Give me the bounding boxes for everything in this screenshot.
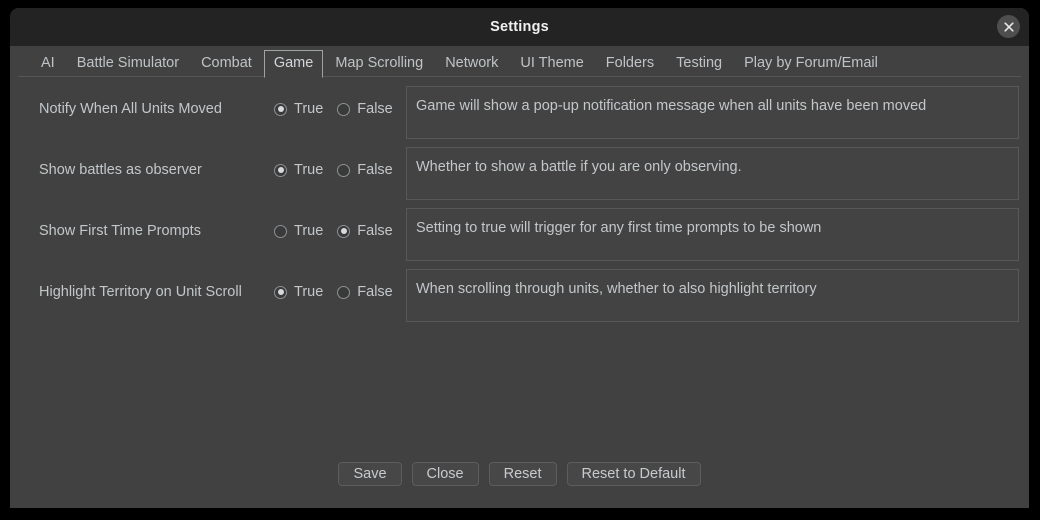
- radio-button-icon[interactable]: [337, 102, 351, 116]
- reset-button[interactable]: Reset: [488, 462, 557, 486]
- window-title: Settings: [490, 19, 549, 35]
- radio-option-false[interactable]: False: [337, 221, 393, 241]
- setting-label: Show battles as observer: [39, 162, 202, 178]
- tab-network[interactable]: Network: [435, 50, 508, 77]
- setting-row: Notify When All Units Moved True False Game…: [10, 86, 1029, 147]
- setting-description: Whether to show a battle if you are only…: [406, 147, 1019, 200]
- save-button[interactable]: Save: [338, 462, 402, 486]
- setting-radio-group: True False: [274, 221, 407, 241]
- radio-option-false[interactable]: False: [337, 99, 393, 119]
- radio-button-icon[interactable]: [337, 285, 351, 299]
- setting-row: Show battles as observer True False Whether…: [10, 147, 1029, 208]
- setting-label: Highlight Territory on Unit Scroll: [39, 284, 242, 300]
- settings-rows: Notify When All Units Moved True False Game…: [10, 77, 1029, 330]
- radio-button-icon[interactable]: [337, 163, 351, 177]
- radio-option-label: True: [294, 284, 324, 300]
- setting-radio-group: True False: [274, 282, 407, 302]
- radio-option-label: True: [294, 162, 324, 178]
- radio-option-false[interactable]: False: [337, 282, 393, 302]
- radio-option-label: False: [357, 284, 393, 300]
- radio-option-true[interactable]: True: [274, 282, 323, 302]
- radio-option-label: False: [357, 101, 393, 117]
- close-icon[interactable]: [997, 15, 1020, 38]
- radio-button-icon[interactable]: [274, 224, 287, 238]
- radio-option-true[interactable]: True: [274, 99, 323, 119]
- setting-description: When scrolling through units, whether to…: [406, 269, 1019, 322]
- radio-option-false[interactable]: False: [337, 160, 393, 180]
- setting-radio-group: True False: [274, 99, 407, 119]
- setting-label: Notify When All Units Moved: [39, 101, 222, 117]
- setting-row: Show First Time Prompts True False Setting …: [10, 208, 1029, 269]
- window-titlebar: Settings: [10, 8, 1029, 46]
- radio-option-true[interactable]: True: [274, 160, 323, 180]
- setting-row: Highlight Territory on Unit Scroll True Fa…: [10, 269, 1029, 330]
- setting-description: Setting to true will trigger for any fir…: [406, 208, 1019, 261]
- setting-radio-group: True False: [274, 160, 407, 180]
- settings-window: Settings AI Battle Simulator Combat Game Map…: [10, 8, 1029, 508]
- setting-description: Game will show a pop-up notification mes…: [406, 86, 1019, 139]
- radio-option-true[interactable]: True: [274, 221, 323, 241]
- tab-ai[interactable]: AI: [31, 50, 65, 77]
- radio-button-icon[interactable]: [337, 224, 351, 238]
- tab-battle-simulator[interactable]: Battle Simulator: [67, 50, 189, 77]
- footer-button-bar: Save Close Reset Reset to Default: [10, 462, 1029, 486]
- reset-to-default-button[interactable]: Reset to Default: [566, 462, 701, 486]
- radio-button-icon[interactable]: [274, 102, 287, 116]
- radio-button-icon[interactable]: [274, 163, 287, 177]
- radio-option-label: False: [357, 223, 393, 239]
- tab-testing[interactable]: Testing: [666, 50, 732, 77]
- radio-option-label: True: [294, 101, 324, 117]
- tab-ui-theme[interactable]: UI Theme: [510, 50, 593, 77]
- radio-option-label: True: [294, 223, 324, 239]
- radio-option-label: False: [357, 162, 393, 178]
- tab-folders[interactable]: Folders: [596, 50, 664, 77]
- radio-button-icon[interactable]: [274, 285, 287, 299]
- tab-map-scrolling[interactable]: Map Scrolling: [325, 50, 433, 77]
- tab-play-by-forum-email[interactable]: Play by Forum/Email: [734, 50, 888, 77]
- tab-combat[interactable]: Combat: [191, 50, 262, 77]
- settings-tabbar: AI Battle Simulator Combat Game Map Scrollin…: [10, 46, 1029, 78]
- tab-game[interactable]: Game: [263, 50, 324, 78]
- setting-label: Show First Time Prompts: [39, 223, 201, 239]
- close-button[interactable]: Close: [411, 462, 479, 486]
